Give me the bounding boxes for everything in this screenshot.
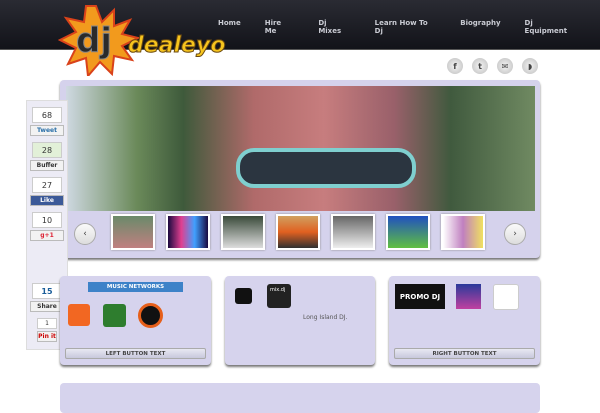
facebook-like-button[interactable]: Like (30, 195, 64, 206)
music-networks-box: MUSIC NETWORKS LEFT BUTTON TEXT (60, 276, 211, 365)
svg-text:dealeyo: dealeyo (128, 33, 225, 58)
thumbnail[interactable] (276, 214, 320, 250)
buffer-button[interactable]: Buffer (30, 160, 64, 171)
left-button[interactable]: LEFT BUTTON TEXT (65, 348, 206, 359)
thumbnail[interactable] (166, 214, 210, 250)
mixify-icon[interactable] (456, 284, 481, 309)
tweet-count: 68 (32, 107, 62, 123)
svg-text:dj: dj (76, 21, 112, 61)
nav-hire-me[interactable]: Hire Me (265, 19, 295, 35)
next-arrow-button[interactable]: › (504, 223, 526, 245)
buffer-count: 28 (32, 142, 62, 158)
like-count: 27 (32, 177, 62, 193)
facebook-icon[interactable]: f (447, 58, 463, 74)
pinit-button[interactable]: Pin it (37, 331, 57, 342)
tweet-button[interactable]: Tweet (30, 125, 64, 136)
google-plus-button[interactable]: g+1 (30, 230, 64, 241)
nav-dj-mixes[interactable]: Dj Mixes (318, 19, 350, 35)
mixcloud-icon[interactable] (103, 304, 126, 327)
nav-learn[interactable]: Learn How To Dj (375, 19, 437, 35)
logo[interactable]: dj dealeyo (57, 4, 248, 79)
thumbnail[interactable] (386, 214, 430, 250)
mixdj-icon[interactable]: mix.dj (267, 284, 291, 308)
prev-arrow-button[interactable]: ‹ (74, 223, 96, 245)
thumbnail-strip (111, 214, 485, 250)
right-button[interactable]: RIGHT BUTTON TEXT (394, 348, 535, 359)
email-icon[interactable]: ✉ (497, 58, 513, 74)
promodj-logo[interactable]: PROMO DJ (395, 284, 445, 309)
bottom-panel (60, 383, 540, 413)
right-box: PROMO DJ RIGHT BUTTON TEXT (389, 276, 540, 365)
middle-text: Long Island DJ. (303, 314, 348, 321)
plusone-count: 10 (32, 212, 62, 228)
linkedin-share-button[interactable]: Share (30, 301, 64, 312)
thumbnail[interactable] (221, 214, 265, 250)
music-networks-title: MUSIC NETWORKS (88, 282, 183, 292)
thumbnail[interactable] (111, 214, 155, 250)
soundcloud-icon[interactable] (68, 304, 90, 326)
main-nav: Home Hire Me Dj Mixes Learn How To Dj Bi… (218, 19, 600, 35)
nav-biography[interactable]: Biography (460, 19, 500, 35)
thumbnail[interactable] (331, 214, 375, 250)
twitter-icon[interactable]: t (472, 58, 488, 74)
linkedin-count: 15 (32, 283, 62, 299)
middle-box: mix.dj Long Island DJ. (225, 276, 375, 365)
dj-headphones-icon[interactable] (138, 303, 163, 328)
headphones-app-icon[interactable] (235, 288, 252, 304)
pin-count: 1 (37, 318, 57, 329)
slide-image[interactable] (66, 86, 535, 211)
sunglasses-graphic (236, 148, 416, 188)
nav-dj-equipment[interactable]: Dj Equipment (525, 19, 576, 35)
thumbnail[interactable] (441, 214, 485, 250)
image-slider: ‹ › (60, 80, 540, 258)
dj-logo-icon[interactable] (493, 284, 519, 310)
social-links: f t ✉ ◗ (447, 58, 538, 74)
rss-icon[interactable]: ◗ (522, 58, 538, 74)
